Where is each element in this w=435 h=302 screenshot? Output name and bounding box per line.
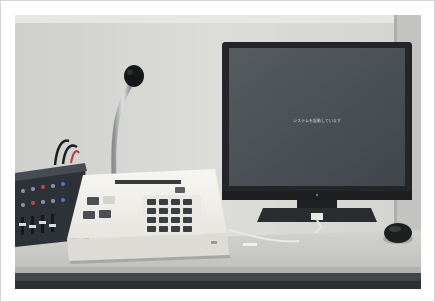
- mic-windscreen: [124, 65, 144, 87]
- mixer-knob: [31, 201, 35, 205]
- mixer-knob: [21, 189, 25, 193]
- mouse-highlight: [389, 226, 401, 232]
- mixer-knob: [41, 200, 45, 204]
- console-button: [99, 210, 111, 218]
- mixer-fader-cap: [29, 225, 36, 228]
- keypad-key: [183, 208, 192, 214]
- console-front-indicator: [211, 241, 217, 244]
- console-button: [83, 211, 95, 219]
- keypad-key: [147, 217, 156, 223]
- studio-desk-photo: システムを起動しています: [15, 15, 421, 289]
- mixer-knob: [31, 187, 35, 191]
- keypad-key: [159, 208, 168, 214]
- keypad-key: [171, 226, 180, 232]
- mixer-fader: [51, 214, 54, 232]
- keypad-key: [159, 226, 168, 232]
- wall-top-band: [15, 15, 421, 23]
- mouse-body: [384, 223, 412, 243]
- mic-windscreen-highlight: [127, 69, 133, 75]
- mixer-knob: [51, 199, 55, 203]
- desk-edge-highlight: [15, 267, 421, 273]
- stand-label: [311, 213, 323, 220]
- monitor-power-led: [315, 193, 319, 197]
- paging-console: [67, 169, 231, 264]
- console-display: [115, 180, 181, 184]
- keypad-key: [159, 217, 168, 223]
- console-button: [103, 196, 115, 204]
- keypad-key: [159, 199, 168, 205]
- mixer-knob: [51, 184, 55, 188]
- keypad-key: [147, 226, 156, 232]
- mixer-fader-cap: [39, 221, 46, 224]
- photo-svg: システムを起動しています: [15, 15, 421, 289]
- console-button: [87, 197, 99, 205]
- image-frame: システムを起動しています: [0, 0, 435, 302]
- monitor-screen: [229, 48, 405, 186]
- lcd-monitor: システムを起動しています: [222, 42, 412, 222]
- keypad-key: [171, 208, 180, 214]
- mixer-fader-cap: [49, 224, 56, 227]
- keypad-key: [171, 199, 180, 205]
- mixer-knob: [61, 182, 65, 186]
- mixer-fader-cap: [19, 223, 26, 226]
- keypad-key: [171, 217, 180, 223]
- monitor-stand-neck: [297, 200, 337, 208]
- keypad-key: [183, 217, 192, 223]
- monitor-screen-text: システムを起動しています: [293, 117, 341, 123]
- cable-connector: [243, 243, 257, 246]
- mixer-knob: [61, 198, 65, 202]
- keypad-key: [147, 208, 156, 214]
- keypad-key: [147, 199, 156, 205]
- desk-front-shade: [15, 281, 421, 289]
- mixer-knob: [21, 203, 25, 207]
- keypad-top-key: [175, 187, 185, 193]
- keypad-key: [183, 199, 192, 205]
- mixer-knob: [41, 185, 45, 189]
- keypad-key: [183, 226, 192, 232]
